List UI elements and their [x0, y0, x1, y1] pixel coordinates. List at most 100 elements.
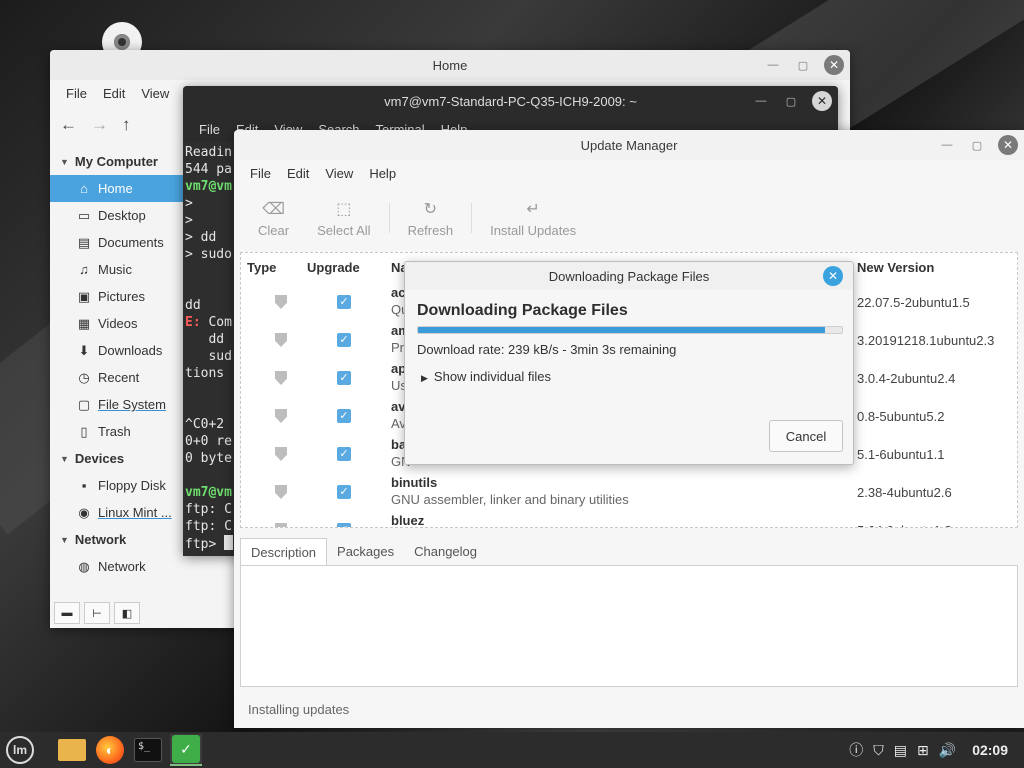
sidebar-item-network[interactable]: ◍ Network: [50, 553, 234, 580]
home-icon: ⌂: [80, 181, 88, 196]
show-files-expander[interactable]: ▶ Show individual files: [421, 369, 551, 384]
sidebar-item-label: Downloads: [98, 343, 163, 358]
dialog-titlebar[interactable]: Downloading Package Files: [405, 262, 853, 290]
sidebar-item-label: Recent: [98, 370, 140, 385]
package-new-version: 3.20191218.1ubuntu2.3: [857, 333, 995, 348]
window-title: Update Manager: [580, 137, 678, 153]
package-description: Pr: [391, 340, 404, 355]
update-manager-toolbar: ⌫ Clear ⬚ Select All ↻ Refresh ↵ Install Update…: [234, 186, 1024, 250]
terminal-text: > dd: [185, 230, 217, 245]
close-icon[interactable]: ✕: [812, 91, 832, 111]
upgrade-checkbox[interactable]: ✓: [337, 295, 351, 309]
tree-toggle-icon[interactable]: ⊢: [84, 602, 110, 624]
toolbar-separator: [388, 203, 390, 233]
downloads-icon: ⬇: [78, 342, 90, 358]
upgrade-checkbox[interactable]: ✓: [337, 485, 351, 499]
toolbar-button-label: Refresh: [407, 222, 454, 238]
table-row[interactable]: ✓ binutils GNU assembler, linker and binar…: [241, 473, 1017, 511]
tab-changelog[interactable]: Changelog: [404, 538, 487, 566]
update-type-shield-icon: [275, 523, 287, 527]
upgrade-checkbox[interactable]: ✓: [337, 371, 351, 385]
upgrade-checkbox[interactable]: ✓: [337, 333, 351, 347]
sidebar-item-label: Network: [98, 559, 146, 574]
toolbar-separator: [471, 203, 473, 233]
table-row[interactable]: ✓ bluez 5.64-0ubuntu1.3: [241, 511, 1017, 527]
terminal-text: dd: [185, 332, 225, 347]
upgrade-checkbox[interactable]: ✓: [337, 447, 351, 461]
menu-item-file[interactable]: File: [242, 166, 279, 181]
maximize-icon[interactable]: ▢: [794, 56, 812, 74]
terminal-text: > sudo: [185, 247, 232, 262]
upgrade-checkbox[interactable]: ✓: [337, 409, 351, 423]
terminal-text: 0 byte: [185, 451, 232, 466]
install-updates-button[interactable]: ↵ Install Updates: [476, 199, 590, 238]
network-tray-icon[interactable]: ⊞: [917, 742, 929, 759]
package-name: binutils: [391, 475, 438, 490]
mint-menu-icon[interactable]: lm: [6, 736, 34, 764]
package-new-version: 5.64-0ubuntu1.3: [857, 523, 952, 527]
places-toggle-icon[interactable]: ▬: [54, 602, 80, 624]
upgrade-checkbox[interactable]: ✓: [337, 523, 351, 527]
maximize-icon[interactable]: ▢: [782, 92, 800, 110]
clear-button[interactable]: ⌫ Clear: [244, 199, 303, 238]
menu-item-edit[interactable]: Edit: [279, 166, 317, 181]
file-manager-titlebar[interactable]: Home — ▢ ✕: [50, 50, 850, 80]
terminal-icon: $_: [134, 738, 162, 762]
up-arrow-icon[interactable]: ↑: [122, 115, 131, 135]
sidebar-item-label: Linux Mint ...: [98, 505, 172, 520]
minimize-icon[interactable]: —: [764, 56, 782, 74]
minimize-icon[interactable]: —: [938, 136, 956, 154]
taskbar-file-manager[interactable]: [56, 734, 88, 766]
terminal-text: 0+0 re: [185, 434, 232, 449]
minimize-icon[interactable]: —: [752, 92, 770, 110]
window-title: vm7@vm7-Standard-PC-Q35-ICH9-2009: ~: [384, 93, 637, 109]
taskbar-update-manager[interactable]: ✓: [170, 734, 202, 766]
dialog-title: Downloading Package Files: [548, 268, 710, 284]
terminal-text: >: [185, 196, 193, 211]
menu-item-view[interactable]: View: [133, 86, 177, 101]
clipboard-icon[interactable]: ▤: [894, 742, 907, 759]
tab-description[interactable]: Description: [240, 538, 328, 566]
terminal-text: ftp>: [185, 537, 225, 552]
system-tray: ⓘ ⛉ ▤ ⊞ 🔊 02:09: [849, 732, 1008, 768]
menu-item-help[interactable]: Help: [361, 166, 404, 181]
update-manager-titlebar[interactable]: Update Manager — ▢ ✕: [234, 130, 1024, 160]
select-all-button[interactable]: ⬚ Select All: [303, 199, 384, 238]
close-icon[interactable]: ✕: [998, 135, 1018, 155]
column-header-upgrade[interactable]: Upgrade: [307, 253, 360, 281]
shield-tray-icon[interactable]: ⛉: [873, 742, 884, 759]
update-type-shield-icon: [275, 447, 287, 461]
back-arrow-icon[interactable]: ←: [60, 115, 77, 135]
hide-sidebar-icon[interactable]: ◧: [114, 602, 140, 624]
taskbar-terminal[interactable]: $_: [132, 734, 164, 766]
sidebar-item-label: Trash: [98, 424, 131, 439]
terminal-text: ftp: C: [185, 502, 232, 517]
close-icon[interactable]: ✕: [824, 55, 844, 75]
update-notifier-icon[interactable]: ⓘ: [849, 740, 863, 760]
menu-item-file[interactable]: File: [191, 122, 228, 137]
clock[interactable]: 02:09: [972, 742, 1008, 758]
refresh-button[interactable]: ↻ Refresh: [394, 199, 468, 238]
volume-icon[interactable]: 🔊: [939, 742, 956, 759]
column-header-type[interactable]: Type: [247, 253, 276, 281]
trash-icon: ▯: [80, 423, 88, 439]
toolbar-button-label: Install Updates: [490, 222, 577, 238]
maximize-icon[interactable]: ▢: [968, 136, 986, 154]
close-icon[interactable]: ✕: [823, 266, 843, 286]
cancel-button[interactable]: Cancel: [769, 420, 843, 452]
menu-item-file[interactable]: File: [58, 86, 95, 101]
taskbar-firefox[interactable]: ◐: [94, 734, 126, 766]
forward-arrow-icon[interactable]: →: [91, 115, 108, 135]
shield-icon: ✓: [172, 735, 200, 763]
menu-item-edit[interactable]: Edit: [95, 86, 133, 101]
terminal-titlebar[interactable]: vm7@vm7-Standard-PC-Q35-ICH9-2009: ~ — ▢…: [183, 86, 838, 116]
column-header-new-version[interactable]: New Version: [857, 253, 934, 281]
menu-item-view[interactable]: View: [317, 166, 361, 181]
sidebar-item-label: Videos: [98, 316, 138, 331]
sidebar-item-label: File System: [98, 397, 166, 412]
package-new-version: 3.0.4-2ubuntu2.4: [857, 371, 956, 386]
install-icon: ↵: [526, 200, 540, 218]
tab-packages[interactable]: Packages: [327, 538, 404, 566]
sidebar-section-title: Network: [74, 532, 127, 547]
sidebar-item-label: Pictures: [98, 289, 145, 304]
